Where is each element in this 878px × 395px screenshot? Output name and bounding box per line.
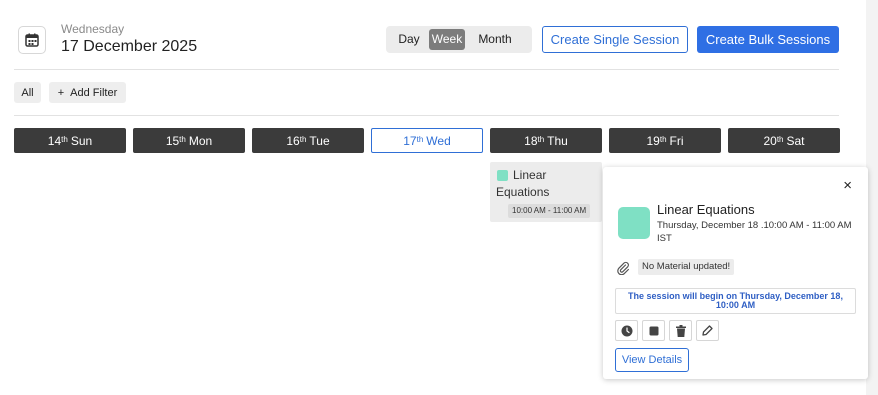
session-event-card[interactable]: Linear Equations 10:00 AM - 11:00 AM xyxy=(490,162,602,222)
day-number: 15 xyxy=(165,133,180,148)
day-number: 19 xyxy=(646,133,660,148)
view-day-button[interactable]: Day xyxy=(389,29,429,50)
view-details-button[interactable]: View Details xyxy=(615,348,689,372)
event-title: Linear Equations xyxy=(496,168,550,199)
session-action-icons xyxy=(615,320,719,341)
create-bulk-sessions-button[interactable]: Create Bulk Sessions xyxy=(697,26,839,53)
day-suffix: th xyxy=(537,135,545,144)
edit-button[interactable] xyxy=(696,320,719,341)
paperclip-icon xyxy=(617,261,629,275)
day-suffix: th xyxy=(299,135,307,144)
day-number: 14 xyxy=(47,133,62,148)
stop-button[interactable] xyxy=(642,320,665,341)
week-days-row: 14th Sun 15th Mon 16th Tue 17th Wed 18th Thu … xyxy=(14,128,840,153)
delete-button[interactable] xyxy=(669,320,692,341)
session-details-popover: × Linear Equations Thursday, December 18… xyxy=(603,167,868,379)
day-pill-sun[interactable]: 14th Sun xyxy=(14,128,126,153)
stop-icon xyxy=(649,326,658,335)
close-icon[interactable]: × xyxy=(843,177,852,194)
day-number: 20 xyxy=(763,133,777,148)
clock-button[interactable] xyxy=(615,320,638,341)
day-number: 17 xyxy=(403,133,417,148)
day-number: 18 xyxy=(524,133,538,148)
day-name: Fri xyxy=(669,133,684,148)
day-name: Thu xyxy=(547,133,568,148)
event-time: 10:00 AM - 11:00 AM xyxy=(508,204,591,218)
day-pill-tue[interactable]: 16th Tue xyxy=(252,128,364,153)
view-toggle: Day Week Month xyxy=(386,26,532,53)
session-start-notice: The session will begin on Thursday, Dece… xyxy=(615,288,856,314)
view-week-button[interactable]: Week xyxy=(429,29,465,50)
filter-divider xyxy=(14,115,839,116)
day-name: Tue xyxy=(309,133,330,148)
add-filter-label: Add Filter xyxy=(70,86,118,99)
header-divider xyxy=(14,69,839,70)
day-pill-wed[interactable]: 17th Wed xyxy=(371,128,483,153)
current-weekday: Wednesday xyxy=(61,22,125,36)
session-color-swatch xyxy=(618,207,650,239)
day-pill-thu[interactable]: 18th Thu xyxy=(490,128,602,153)
view-month-button[interactable]: Month xyxy=(465,29,525,50)
day-number: 16 xyxy=(286,133,300,148)
popover-session-title: Linear Equations xyxy=(657,202,755,217)
day-pill-fri[interactable]: 19th Fri xyxy=(609,128,721,153)
material-status-badge: No Material updated! xyxy=(638,259,735,275)
day-suffix: th xyxy=(61,135,68,144)
day-suffix: th xyxy=(659,135,667,144)
add-filter-button[interactable]: + Add Filter xyxy=(49,82,126,103)
calendar-icon xyxy=(25,33,39,47)
plus-icon: + xyxy=(57,86,65,99)
day-pill-sat[interactable]: 20th Sat xyxy=(728,128,840,153)
trash-icon xyxy=(675,324,686,337)
day-name: Sat xyxy=(786,133,805,148)
day-name: Wed xyxy=(426,133,451,148)
edit-icon xyxy=(702,325,713,336)
day-name: Sun xyxy=(70,133,93,148)
day-suffix: th xyxy=(179,135,186,144)
day-pill-mon[interactable]: 15th Mon xyxy=(133,128,245,153)
calendar-picker-button[interactable] xyxy=(18,26,46,54)
popover-session-when: Thursday, December 18 .10:00 AM - 11:00 … xyxy=(657,220,852,244)
filter-all-chip[interactable]: All xyxy=(14,82,41,103)
current-date: 17 December 2025 xyxy=(61,38,198,55)
create-single-session-button[interactable]: Create Single Session xyxy=(542,26,688,53)
clock-icon xyxy=(621,325,632,336)
day-name: Mon xyxy=(188,133,213,148)
day-suffix: th xyxy=(416,135,424,144)
day-suffix: th xyxy=(776,135,784,144)
